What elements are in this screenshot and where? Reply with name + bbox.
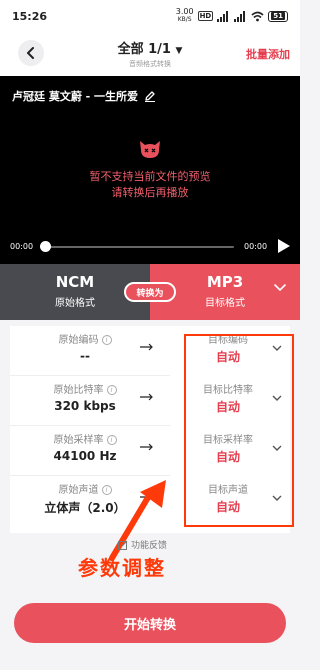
- arrow-right-icon: [140, 493, 153, 501]
- source-channel-value: 立体声（2.0）: [44, 501, 126, 515]
- hd-badge: HD: [197, 11, 214, 21]
- annotation-highlight-box: [184, 334, 294, 527]
- current-time: 00:00: [10, 242, 34, 251]
- start-convert-button[interactable]: 开始转换: [14, 603, 286, 643]
- feedback-edit-icon: [118, 540, 128, 550]
- network-speed-value: 3.00: [175, 7, 194, 16]
- title-dropdown[interactable]: 全部 1/1 ▼ 音频格式转换: [90, 38, 210, 69]
- info-icon[interactable]: i: [106, 385, 117, 395]
- source-samplerate-value: 44100 Hz: [53, 449, 117, 463]
- source-encoding-value: --: [80, 349, 90, 363]
- source-channel-label-text: 原始声道: [58, 485, 99, 496]
- chevron-left-icon: [27, 47, 34, 59]
- page-title: 全部 1/1 ▼: [90, 38, 210, 57]
- battery-level: 51: [271, 12, 285, 20]
- network-speed: 3.00 KB/S: [176, 8, 194, 24]
- total-time: 00:00: [244, 242, 268, 251]
- page-title-text: 全部 1/1: [117, 42, 171, 57]
- signal-icon-2: [234, 10, 247, 22]
- wifi-icon: [251, 11, 264, 21]
- source-bitrate-label: 原始比特率 i: [10, 381, 160, 396]
- source-samplerate-label-text: 原始采样率: [53, 435, 104, 446]
- song-title-row: 卢冠廷 莫文蔚 - 一生所爱: [12, 88, 156, 104]
- header: 全部 1/1 ▼ 音频格式转换 批量添加: [0, 32, 300, 76]
- chevron-down-icon: [274, 284, 286, 292]
- seek-handle[interactable]: [40, 241, 51, 252]
- edit-pencil-icon[interactable]: [144, 90, 156, 102]
- source-bitrate-label-text: 原始比特率: [53, 385, 104, 396]
- source-samplerate-label: 原始采样率 i: [10, 431, 160, 446]
- batch-add-button[interactable]: 批量添加: [246, 46, 290, 62]
- error-cat-icon: [140, 141, 160, 158]
- annotation-label: 参数调整: [78, 556, 166, 580]
- source-channel-label: 原始声道 i: [10, 481, 160, 496]
- status-time: 15:26: [12, 9, 48, 23]
- caret-down-icon: ▼: [175, 46, 183, 56]
- page-subtitle: 音频格式转换: [129, 60, 171, 68]
- preview-unsupported-message: 暂不支持当前文件的预览: [89, 170, 211, 183]
- preview-hint-message: 请转换后再播放: [111, 186, 189, 199]
- source-encoding-label: 原始编码 i: [10, 331, 160, 346]
- signal-icon: [217, 10, 230, 22]
- song-title: 卢冠廷 莫文蔚 - 一生所爱: [12, 90, 139, 103]
- info-icon[interactable]: i: [101, 485, 112, 495]
- back-button[interactable]: [18, 40, 44, 66]
- source-bitrate-value: 320 kbps: [54, 399, 116, 413]
- info-icon[interactable]: i: [106, 435, 117, 445]
- feedback-label: 功能反馈: [131, 541, 168, 551]
- network-speed-unit: KB/S: [177, 16, 192, 23]
- convert-to-badge: 转换为: [124, 282, 176, 302]
- preview-player: 卢冠廷 莫文蔚 - 一生所爱 暂不支持当前文件的预览 请转换后再播放 00:00…: [0, 76, 300, 264]
- arrow-right-icon: [140, 343, 153, 351]
- play-icon[interactable]: [277, 238, 291, 254]
- arrow-right-icon: [140, 393, 153, 401]
- feedback-link[interactable]: 功能反馈: [118, 538, 167, 551]
- seek-bar[interactable]: [44, 246, 234, 248]
- status-bar: 15:26 3.00 KB/S HD 51: [0, 0, 300, 32]
- info-icon[interactable]: i: [101, 335, 112, 345]
- arrow-right-icon: [140, 443, 153, 451]
- source-encoding-label-text: 原始编码: [58, 335, 99, 346]
- battery-icon: 51: [268, 10, 288, 22]
- status-icons: 3.00 KB/S HD 51: [176, 8, 288, 24]
